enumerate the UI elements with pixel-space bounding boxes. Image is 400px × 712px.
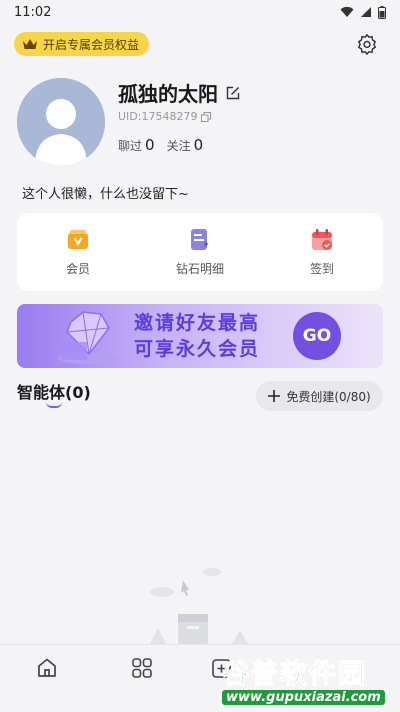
create-agent-label: 免费创建(0/80) (286, 389, 371, 404)
vip-card-icon (66, 228, 90, 252)
default-avatar-icon (17, 78, 105, 166)
calendar-checkin-icon (310, 228, 334, 252)
battery-icon (378, 5, 386, 19)
agents-section-title[interactable]: 智能体(0) (17, 379, 91, 403)
watermark-url: www.gupuxiazai.com (222, 690, 385, 705)
username-row: 孤独的太阳 (118, 78, 240, 107)
vip-action-label: 会员 (65, 261, 90, 276)
create-agent-button[interactable]: 免费创建(0/80) (256, 381, 383, 411)
agents-tab-indicator (46, 402, 62, 408)
chats-stat[interactable]: 聊过 0 (118, 136, 155, 154)
invite-line-2: 可享永久会员 (134, 338, 261, 360)
site-watermark: 谷普软件园 www.gupuxiazai.com (218, 652, 398, 710)
status-bar: 11:02 (0, 0, 400, 24)
diamond-detail-icon (188, 228, 212, 252)
tab-home[interactable] (0, 645, 95, 712)
status-time: 11:02 (14, 4, 52, 20)
signal-icon (361, 7, 371, 17)
invite-friends-banner[interactable]: 邀请好友最高 可享永久会员 GO (17, 304, 383, 368)
invite-line-1: 邀请好友最高 (134, 312, 261, 334)
checkin-label: 签到 (309, 261, 334, 276)
plus-icon (268, 390, 281, 402)
watermark-title: 谷普软件园 (222, 659, 367, 691)
vip-action[interactable]: 会员 (17, 213, 139, 291)
bio: 这个人很懒，什么也没留下~ (22, 187, 189, 202)
settings-button[interactable] (354, 31, 380, 57)
apps-grid-icon (131, 658, 152, 678)
status-icons (340, 5, 386, 19)
wifi-icon (340, 6, 354, 17)
home-icon (38, 658, 57, 677)
following-stat[interactable]: 关注 0 (167, 136, 204, 154)
edit-icon[interactable] (226, 86, 240, 100)
quick-actions-card: 会员 钻石明细 签到 (17, 213, 383, 291)
tab-discover[interactable] (95, 645, 190, 712)
vip-benefits-button[interactable]: 开启专属会员权益 (14, 32, 150, 56)
vip-banner-label: 开启专属会员权益 (43, 37, 140, 52)
username: 孤独的太阳 (118, 82, 218, 106)
avatar[interactable] (17, 78, 105, 166)
invite-banner-text: 邀请好友最高 可享永久会员 (134, 310, 260, 362)
empty-state-illustration (150, 568, 248, 644)
diamond-detail-action[interactable]: 钻石明细 (139, 213, 261, 291)
checkin-action[interactable]: 签到 (261, 213, 383, 291)
diamond-gift-icon (58, 311, 118, 364)
profile-stats: 聊过 0 关注 0 (118, 136, 203, 154)
invite-go-button[interactable]: GO (293, 312, 341, 360)
gear-icon (358, 34, 376, 55)
crown-icon (23, 39, 37, 49)
copy-icon[interactable] (201, 111, 212, 122)
diamond-detail-label: 钻石明细 (175, 261, 224, 276)
uid-row: UID:17548279 (118, 110, 212, 123)
uid-text: UID:17548279 (118, 110, 198, 123)
